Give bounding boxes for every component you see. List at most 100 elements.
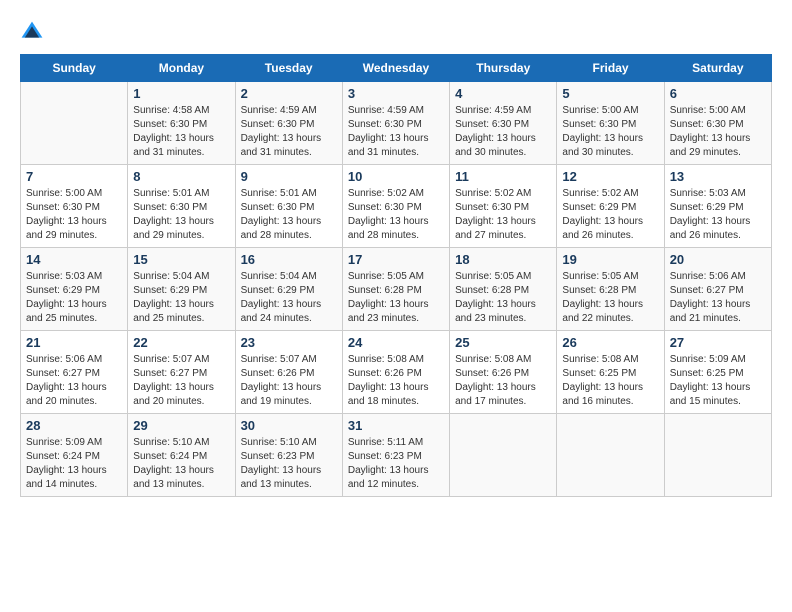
- day-info: Sunrise: 5:05 AM Sunset: 6:28 PM Dayligh…: [562, 270, 658, 326]
- day-cell: 6Sunrise: 5:00 AM Sunset: 6:30 PM Daylig…: [664, 82, 771, 165]
- day-cell: 17 Sunrise: 5:05 AM Sunset: 6:28 PM Dayli…: [342, 248, 449, 331]
- day-cell: 30 Sunrise: 5:10 AM Sunset: 6:23 PM Dayli…: [235, 414, 342, 497]
- day-cell: 3 Sunrise: 4:59 AM Sunset: 6:30 PM Daylig…: [342, 82, 449, 165]
- day-info: Sunrise: 4:59 AM Sunset: 6:30 PM Dayligh…: [455, 104, 551, 160]
- day-number: 25: [455, 335, 551, 350]
- day-cell: 10 Sunrise: 5:02 AM Sunset: 6:30 PM Dayli…: [342, 165, 449, 248]
- day-info: Sunrise: 5:08 AM Sunset: 6:25 PM Dayligh…: [562, 353, 658, 409]
- day-number: 3: [348, 86, 444, 101]
- week-row-1: 1 Sunrise: 4:58 AM Sunset: 6:30 PM Daylig…: [21, 82, 772, 165]
- header: [20, 20, 772, 44]
- day-cell: 7 Sunrise: 5:00 AM Sunset: 6:30 PM Daylig…: [21, 165, 128, 248]
- day-number: 11: [455, 169, 551, 184]
- day-info: Sunrise: 5:07 AM Sunset: 6:27 PM Dayligh…: [133, 353, 229, 409]
- day-number: 20: [670, 252, 766, 267]
- day-number: 21: [26, 335, 122, 350]
- calendar-body: 1 Sunrise: 4:58 AM Sunset: 6:30 PM Daylig…: [21, 82, 772, 497]
- day-number: 5: [562, 86, 658, 101]
- day-number: 23: [241, 335, 337, 350]
- header-cell-tuesday: Tuesday: [235, 55, 342, 82]
- calendar-table: SundayMondayTuesdayWednesdayThursdayFrid…: [20, 54, 772, 497]
- day-info: Sunrise: 5:00 AM Sunset: 6:30 PM Dayligh…: [26, 187, 122, 243]
- day-info: Sunrise: 5:10 AM Sunset: 6:23 PM Dayligh…: [241, 436, 337, 492]
- header-row: SundayMondayTuesdayWednesdayThursdayFrid…: [21, 55, 772, 82]
- week-row-4: 21 Sunrise: 5:06 AM Sunset: 6:27 PM Dayli…: [21, 331, 772, 414]
- day-info: Sunrise: 5:02 AM Sunset: 6:30 PM Dayligh…: [455, 187, 551, 243]
- day-info: Sunrise: 5:09 AM Sunset: 6:25 PM Dayligh…: [670, 353, 766, 409]
- day-cell: 16 Sunrise: 5:04 AM Sunset: 6:29 PM Dayli…: [235, 248, 342, 331]
- day-number: 31: [348, 418, 444, 433]
- day-info: Sunrise: 5:11 AM Sunset: 6:23 PM Dayligh…: [348, 436, 444, 492]
- week-row-5: 28 Sunrise: 5:09 AM Sunset: 6:24 PM Dayli…: [21, 414, 772, 497]
- day-number: 15: [133, 252, 229, 267]
- day-cell: [557, 414, 664, 497]
- day-number: 19: [562, 252, 658, 267]
- day-cell: [21, 82, 128, 165]
- day-info: Sunrise: 4:59 AM Sunset: 6:30 PM Dayligh…: [241, 104, 337, 160]
- day-number: 17: [348, 252, 444, 267]
- day-cell: 13Sunrise: 5:03 AM Sunset: 6:29 PM Dayli…: [664, 165, 771, 248]
- day-info: Sunrise: 5:05 AM Sunset: 6:28 PM Dayligh…: [348, 270, 444, 326]
- day-number: 12: [562, 169, 658, 184]
- day-number: 30: [241, 418, 337, 433]
- day-cell: 19 Sunrise: 5:05 AM Sunset: 6:28 PM Dayli…: [557, 248, 664, 331]
- day-cell: [664, 414, 771, 497]
- day-number: 24: [348, 335, 444, 350]
- day-number: 18: [455, 252, 551, 267]
- day-info: Sunrise: 5:04 AM Sunset: 6:29 PM Dayligh…: [133, 270, 229, 326]
- header-cell-monday: Monday: [128, 55, 235, 82]
- day-info: Sunrise: 5:06 AM Sunset: 6:27 PM Dayligh…: [26, 353, 122, 409]
- calendar-header: SundayMondayTuesdayWednesdayThursdayFrid…: [21, 55, 772, 82]
- day-cell: 23 Sunrise: 5:07 AM Sunset: 6:26 PM Dayli…: [235, 331, 342, 414]
- day-info: Sunrise: 5:06 AM Sunset: 6:27 PM Dayligh…: [670, 270, 766, 326]
- day-cell: 27 Sunrise: 5:09 AM Sunset: 6:25 PM Dayli…: [664, 331, 771, 414]
- day-number: 10: [348, 169, 444, 184]
- day-number: 28: [26, 418, 122, 433]
- week-row-3: 14Sunrise: 5:03 AM Sunset: 6:29 PM Dayli…: [21, 248, 772, 331]
- day-info: Sunrise: 5:09 AM Sunset: 6:24 PM Dayligh…: [26, 436, 122, 492]
- day-info: Sunrise: 5:01 AM Sunset: 6:30 PM Dayligh…: [133, 187, 229, 243]
- day-number: 26: [562, 335, 658, 350]
- day-cell: 26 Sunrise: 5:08 AM Sunset: 6:25 PM Dayli…: [557, 331, 664, 414]
- logo-icon: [20, 20, 44, 44]
- day-number: 9: [241, 169, 337, 184]
- day-cell: 31 Sunrise: 5:11 AM Sunset: 6:23 PM Dayli…: [342, 414, 449, 497]
- day-cell: 4 Sunrise: 4:59 AM Sunset: 6:30 PM Daylig…: [450, 82, 557, 165]
- day-info: Sunrise: 5:07 AM Sunset: 6:26 PM Dayligh…: [241, 353, 337, 409]
- day-info: Sunrise: 5:08 AM Sunset: 6:26 PM Dayligh…: [455, 353, 551, 409]
- day-cell: 5 Sunrise: 5:00 AM Sunset: 6:30 PM Daylig…: [557, 82, 664, 165]
- day-info: Sunrise: 5:03 AM Sunset: 6:29 PM Dayligh…: [670, 187, 766, 243]
- day-info: Sunrise: 5:04 AM Sunset: 6:29 PM Dayligh…: [241, 270, 337, 326]
- week-row-2: 7 Sunrise: 5:00 AM Sunset: 6:30 PM Daylig…: [21, 165, 772, 248]
- day-cell: 28 Sunrise: 5:09 AM Sunset: 6:24 PM Dayli…: [21, 414, 128, 497]
- day-number: 4: [455, 86, 551, 101]
- day-cell: 1 Sunrise: 4:58 AM Sunset: 6:30 PM Daylig…: [128, 82, 235, 165]
- day-cell: 22 Sunrise: 5:07 AM Sunset: 6:27 PM Dayli…: [128, 331, 235, 414]
- day-info: Sunrise: 5:08 AM Sunset: 6:26 PM Dayligh…: [348, 353, 444, 409]
- day-cell: 21 Sunrise: 5:06 AM Sunset: 6:27 PM Dayli…: [21, 331, 128, 414]
- day-cell: 24 Sunrise: 5:08 AM Sunset: 6:26 PM Dayli…: [342, 331, 449, 414]
- header-cell-wednesday: Wednesday: [342, 55, 449, 82]
- day-info: Sunrise: 5:05 AM Sunset: 6:28 PM Dayligh…: [455, 270, 551, 326]
- header-cell-thursday: Thursday: [450, 55, 557, 82]
- day-info: Sunrise: 5:00 AM Sunset: 6:30 PM Dayligh…: [562, 104, 658, 160]
- day-cell: 12Sunrise: 5:02 AM Sunset: 6:29 PM Dayli…: [557, 165, 664, 248]
- day-cell: [450, 414, 557, 497]
- day-cell: 8Sunrise: 5:01 AM Sunset: 6:30 PM Daylig…: [128, 165, 235, 248]
- day-number: 16: [241, 252, 337, 267]
- day-info: Sunrise: 5:02 AM Sunset: 6:30 PM Dayligh…: [348, 187, 444, 243]
- day-number: 6: [670, 86, 766, 101]
- logo: [20, 20, 48, 44]
- day-cell: 2Sunrise: 4:59 AM Sunset: 6:30 PM Daylig…: [235, 82, 342, 165]
- day-info: Sunrise: 4:59 AM Sunset: 6:30 PM Dayligh…: [348, 104, 444, 160]
- day-number: 27: [670, 335, 766, 350]
- day-number: 22: [133, 335, 229, 350]
- day-cell: 11 Sunrise: 5:02 AM Sunset: 6:30 PM Dayli…: [450, 165, 557, 248]
- day-number: 29: [133, 418, 229, 433]
- day-info: Sunrise: 4:58 AM Sunset: 6:30 PM Dayligh…: [133, 104, 229, 160]
- day-cell: 20 Sunrise: 5:06 AM Sunset: 6:27 PM Dayli…: [664, 248, 771, 331]
- day-number: 1: [133, 86, 229, 101]
- day-number: 7: [26, 169, 122, 184]
- day-info: Sunrise: 5:01 AM Sunset: 6:30 PM Dayligh…: [241, 187, 337, 243]
- day-info: Sunrise: 5:10 AM Sunset: 6:24 PM Dayligh…: [133, 436, 229, 492]
